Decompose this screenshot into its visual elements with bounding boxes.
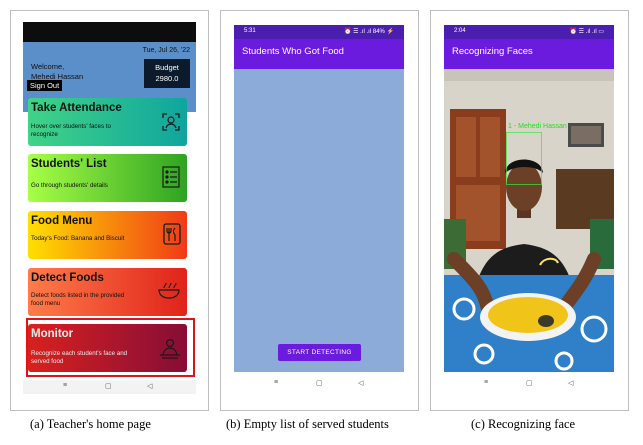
face-label: 1 - Mehedi Hassan xyxy=(508,123,567,130)
start-detecting-button[interactable]: START DETECTING xyxy=(278,344,361,361)
recents-button[interactable]: ≡ xyxy=(274,379,278,386)
card-title: Food Menu xyxy=(31,215,93,227)
food-menu-icon xyxy=(163,223,181,250)
face-bounding-box xyxy=(506,132,542,185)
nav-bar: ≡ ▢ ◁ xyxy=(234,372,404,397)
caption-a: (a) Teacher's home page xyxy=(30,417,151,431)
status-icons: ⏰ ☰ .ıl .ıl 84% ⚡ xyxy=(344,29,394,35)
card-desc: Today's Food: Banana and Biscuit xyxy=(31,235,125,242)
status-time: 5:31 xyxy=(244,28,256,34)
food-bowl-icon xyxy=(157,280,181,305)
status-time: 2:04 xyxy=(454,28,466,34)
phone-served-students: 5:31 ⏰ ☰ .ıl .ıl 84% ⚡ Students Who Got … xyxy=(234,25,404,397)
served-students-list[interactable] xyxy=(234,69,404,372)
card-title: Take Attendance xyxy=(31,102,122,114)
home-button[interactable]: ▢ xyxy=(526,379,533,387)
face-scan-icon xyxy=(161,112,181,137)
students-list-card[interactable]: Students' List Go through students' deta… xyxy=(28,154,187,202)
status-icons: ⏰ ☰ .ıl .ıl ▭ xyxy=(569,29,604,35)
home-button[interactable]: ▢ xyxy=(105,382,112,390)
camera-preview: 1 - Mehedi Hassan xyxy=(444,69,614,372)
nav-bar: ≡ ▢ ◁ xyxy=(23,380,196,394)
budget-value: 2980.0 xyxy=(155,74,179,83)
take-attendance-card[interactable]: Take Attendance Hover over students' fac… xyxy=(28,98,187,146)
recents-button[interactable]: ≡ xyxy=(63,382,67,389)
food-menu-card[interactable]: Food Menu Today's Food: Banana and Biscu… xyxy=(28,211,187,259)
student-list-icon xyxy=(161,166,181,193)
back-button[interactable]: ◁ xyxy=(147,382,152,390)
nav-bar: ≡ ▢ ◁ xyxy=(444,372,614,397)
monitor-highlight-box xyxy=(26,318,195,377)
card-desc: Go through students' details xyxy=(31,182,108,189)
card-title: Detect Foods xyxy=(31,272,104,284)
back-button[interactable]: ◁ xyxy=(358,379,363,387)
phone-recognizing-faces: 2:04 ⏰ ☰ .ıl .ıl ▭ Recognizing Faces 1 -… xyxy=(444,25,614,397)
detect-foods-card[interactable]: Detect Foods Detect foods listed in the … xyxy=(28,268,187,316)
date-label: Tue, Jul 26, '22 xyxy=(142,47,190,54)
budget-box: Budget 2980.0 xyxy=(144,59,190,88)
home-button[interactable]: ▢ xyxy=(316,379,323,387)
caption-c: (c) Recognizing face xyxy=(471,417,576,431)
welcome-text: Welcome, xyxy=(31,62,65,71)
page-title: Students Who Got Food xyxy=(242,46,344,57)
recents-button[interactable]: ≡ xyxy=(484,379,488,386)
phone-status-bar xyxy=(23,22,196,42)
card-desc: Hover over students' faces to recognize xyxy=(31,123,111,138)
budget-label: Budget xyxy=(155,63,179,72)
page-title: Recognizing Faces xyxy=(452,46,533,57)
sign-out-button[interactable]: Sign Out xyxy=(27,80,63,91)
caption-b: (b) Empty list of served students xyxy=(226,417,389,431)
camera-frame-illustration xyxy=(444,69,614,372)
back-button[interactable]: ◁ xyxy=(568,379,573,387)
card-title: Students' List xyxy=(31,158,107,170)
card-desc: Detect foods listed in the provided food… xyxy=(31,292,125,307)
